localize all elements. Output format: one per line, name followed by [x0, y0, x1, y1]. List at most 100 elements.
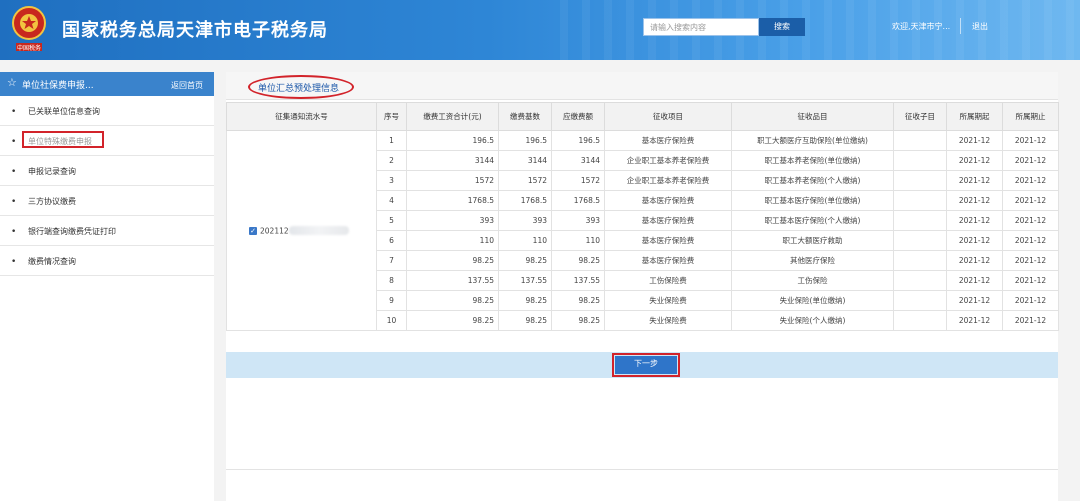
bullet-icon: •	[11, 197, 17, 207]
levy-category: 失业保险(单位缴纳)	[731, 290, 894, 311]
row-no: 8	[376, 270, 407, 291]
period-end: 2021-12	[1002, 250, 1059, 271]
row-no: 7	[376, 250, 407, 271]
row-no: 4	[376, 190, 407, 211]
wage-total: 3144	[406, 150, 499, 171]
period-end: 2021-12	[1002, 290, 1059, 311]
amount-due: 98.25	[551, 310, 605, 331]
period-start: 2021-12	[946, 230, 1003, 251]
search-input[interactable]: 请输入搜索内容	[643, 18, 759, 36]
levy-item: 失业保险费	[604, 310, 732, 331]
table-header-row: 征集通知流水号 序号 缴费工资合计(元) 缴费基数 应缴费额 征收项目 征收品目…	[226, 102, 1059, 131]
column-header: 所属期起	[946, 102, 1003, 131]
levy-category: 职工基本医疗保险(个人缴纳)	[731, 210, 894, 231]
main-panel: 单位汇总预处理信息 征集通知流水号 序号 缴费工资合计(元) 缴费基数 应缴费额…	[226, 72, 1059, 501]
amount-due: 196.5	[551, 130, 605, 151]
action-bar: 下一步	[226, 352, 1058, 378]
bullet-icon: •	[11, 167, 17, 177]
levy-category: 职工大额医疗互助保险(单位缴纳)	[731, 130, 894, 151]
search-button[interactable]: 搜索	[759, 18, 805, 36]
payment-base: 137.55	[498, 270, 552, 291]
payment-base: 98.25	[498, 290, 552, 311]
levy-item: 基本医疗保险费	[604, 230, 732, 251]
serial-number: 202112	[260, 226, 289, 236]
levy-subitem	[893, 310, 947, 331]
welcome-user-link[interactable]: 欢迎,天津市宁...	[892, 21, 950, 32]
serial-number-cell[interactable]: ✓ 202112	[226, 130, 377, 331]
column-header: 征收子目	[893, 102, 947, 131]
levy-item: 企业职工基本养老保险费	[604, 150, 732, 171]
row-no: 3	[376, 170, 407, 191]
sidebar-item-special-payment-declaration[interactable]: • 单位特殊缴费申报	[0, 126, 214, 156]
payment-base: 110	[498, 230, 552, 251]
highlight-oval	[248, 75, 354, 99]
column-header: 序号	[376, 102, 407, 131]
levy-category: 工伤保险	[731, 270, 894, 291]
column-header: 缴费工资合计(元)	[406, 102, 499, 131]
wage-total: 1768.5	[406, 190, 499, 211]
levy-category: 失业保险(个人缴纳)	[731, 310, 894, 331]
levy-subitem	[893, 190, 947, 211]
period-end: 2021-12	[1002, 170, 1059, 191]
period-start: 2021-12	[946, 150, 1003, 171]
divider	[226, 469, 1058, 470]
levy-item: 基本医疗保险费	[604, 190, 732, 211]
sidebar-item-declaration-records[interactable]: • 申报记录查询	[0, 156, 214, 186]
payment-base: 1572	[498, 170, 552, 191]
column-header: 征收品目	[731, 102, 894, 131]
sidebar-item-tripartite-agreement[interactable]: • 三方协议缴费	[0, 186, 214, 216]
period-start: 2021-12	[946, 270, 1003, 291]
header-decoration	[560, 0, 1080, 60]
levy-subitem	[893, 210, 947, 231]
svg-text:中国税务: 中国税务	[17, 44, 41, 52]
sidebar-item-label: 银行端查询缴费凭证打印	[28, 227, 116, 236]
highlight-box	[22, 131, 104, 148]
wage-total: 98.25	[406, 290, 499, 311]
payment-base: 98.25	[498, 250, 552, 271]
row-no: 6	[376, 230, 407, 251]
levy-item: 企业职工基本养老保险费	[604, 170, 732, 191]
period-start: 2021-12	[946, 190, 1003, 211]
star-icon: ☆	[7, 76, 17, 89]
payment-base: 3144	[498, 150, 552, 171]
sidebar-item-bank-voucher-print[interactable]: • 银行端查询缴费凭证打印	[0, 216, 214, 246]
period-end: 2021-12	[1002, 310, 1059, 331]
sidebar-item-label: 缴费情况查询	[28, 257, 76, 266]
sidebar-item-payment-status-query[interactable]: • 缴费情况查询	[0, 246, 214, 276]
amount-due: 137.55	[551, 270, 605, 291]
payment-base: 1768.5	[498, 190, 552, 211]
levy-category: 其他医疗保险	[731, 250, 894, 271]
next-step-button[interactable]: 下一步	[612, 353, 680, 377]
bullet-icon: •	[11, 107, 17, 117]
payment-base: 196.5	[498, 130, 552, 151]
sidebar-title: 单位社保费申报...	[22, 81, 94, 91]
levy-subitem	[893, 130, 947, 151]
header-divider	[960, 18, 961, 34]
levy-subitem	[893, 250, 947, 271]
payment-base: 393	[498, 210, 552, 231]
levy-subitem	[893, 170, 947, 191]
levy-subitem	[893, 150, 947, 171]
logout-link[interactable]: 退出	[972, 21, 988, 32]
column-header: 所属期止	[1002, 102, 1059, 131]
wage-total: 110	[406, 230, 499, 251]
levy-subitem	[893, 290, 947, 311]
redacted-area	[288, 226, 349, 236]
bullet-icon: •	[11, 137, 17, 147]
row-no: 9	[376, 290, 407, 311]
wage-total: 196.5	[406, 130, 499, 151]
checkbox-checked[interactable]: ✓	[249, 226, 257, 235]
payment-base: 98.25	[498, 310, 552, 331]
top-header: 中国税务 国家税务总局天津市电子税务局 请输入搜索内容 搜索 欢迎,天津市宁..…	[0, 0, 1080, 60]
levy-item: 基本医疗保险费	[604, 250, 732, 271]
return-home-link[interactable]: 返回首页	[171, 80, 203, 91]
column-header: 征收项目	[604, 102, 732, 131]
amount-due: 1768.5	[551, 190, 605, 211]
period-end: 2021-12	[1002, 210, 1059, 231]
period-end: 2021-12	[1002, 230, 1059, 251]
sidebar-item-linked-unit-query[interactable]: • 已关联单位信息查询	[0, 96, 214, 126]
period-start: 2021-12	[946, 310, 1003, 331]
period-end: 2021-12	[1002, 190, 1059, 211]
wage-total: 393	[406, 210, 499, 231]
levy-subitem	[893, 270, 947, 291]
